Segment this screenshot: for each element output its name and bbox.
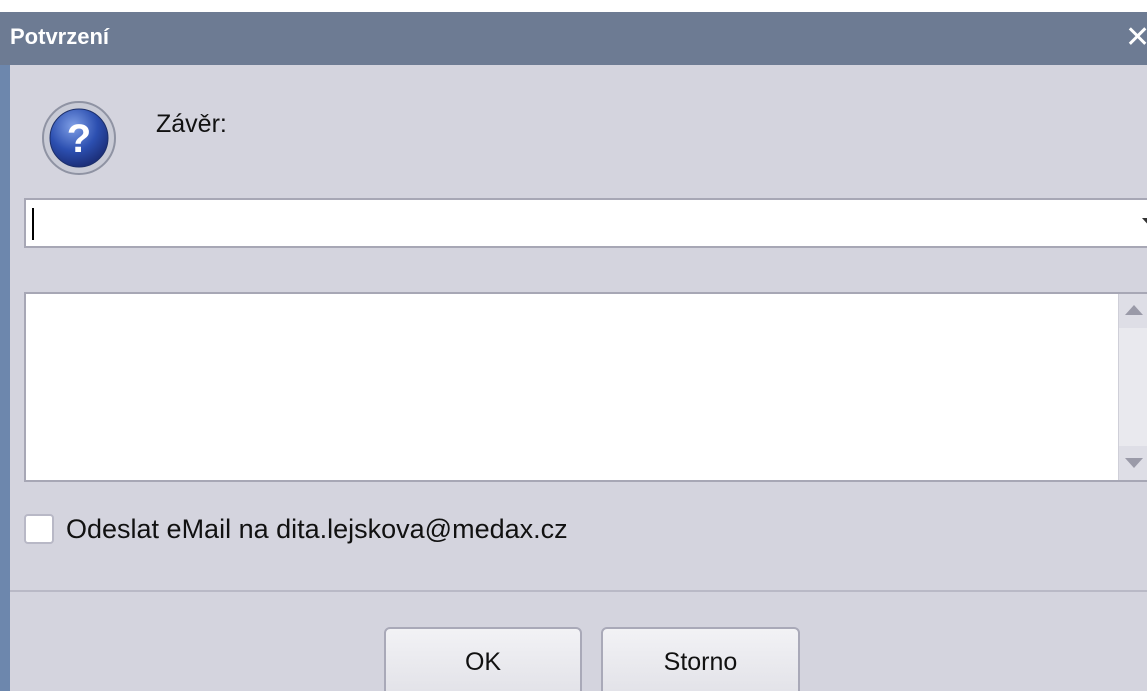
arrow-down-icon bbox=[1125, 458, 1143, 468]
scroll-down-button[interactable] bbox=[1119, 446, 1147, 480]
title-bar: Potvrzení ✕ bbox=[0, 12, 1147, 65]
confirmation-dialog: Potvrzení ✕ ? Závěr: Odeslat eMail na di… bbox=[0, 0, 1147, 691]
window-frame-left bbox=[0, 12, 10, 691]
conclusion-combobox[interactable] bbox=[24, 198, 1147, 248]
ok-button[interactable]: OK bbox=[384, 627, 582, 691]
scroll-up-button[interactable] bbox=[1119, 294, 1147, 328]
separator bbox=[10, 590, 1147, 592]
question-icon: ? bbox=[42, 101, 116, 175]
close-icon[interactable]: ✕ bbox=[1125, 20, 1147, 56]
window-top-edge bbox=[0, 0, 1147, 12]
vertical-scrollbar[interactable] bbox=[1118, 294, 1147, 480]
note-textarea[interactable] bbox=[24, 292, 1147, 482]
window-title: Potvrzení bbox=[10, 24, 110, 49]
send-email-label[interactable]: Odeslat eMail na dita.lejskova@medax.cz bbox=[66, 514, 568, 545]
conclusion-label: Závěr: bbox=[156, 110, 227, 138]
cancel-button[interactable]: Storno bbox=[601, 627, 800, 691]
text-cursor bbox=[32, 208, 34, 240]
send-email-checkbox[interactable] bbox=[24, 514, 54, 544]
svg-text:?: ? bbox=[67, 117, 91, 161]
chevron-down-icon[interactable] bbox=[1142, 218, 1147, 228]
arrow-up-icon bbox=[1125, 305, 1143, 315]
